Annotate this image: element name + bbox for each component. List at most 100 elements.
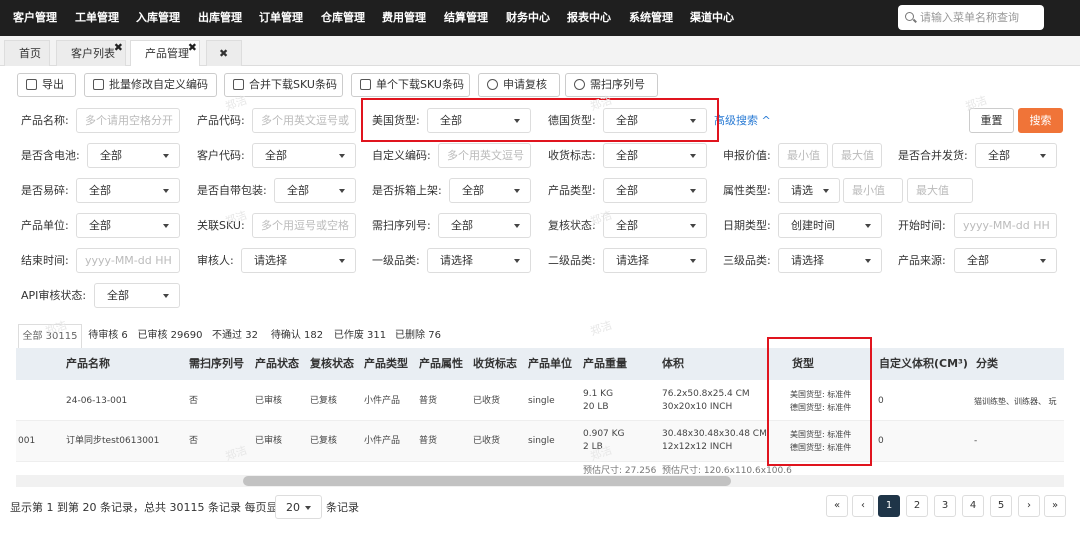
nav-ticket-mgmt[interactable]: 工单管理 (75, 0, 119, 36)
need-serial-button[interactable]: 需扫序列号 (565, 73, 658, 97)
nav-outbound-mgmt[interactable]: 出库管理 (198, 0, 242, 36)
tab-customer-list[interactable]: 客户列表 ✖ (56, 40, 126, 66)
col-receive-flag[interactable]: 收货标志 (473, 348, 517, 380)
product-code-input[interactable]: 多个用英文逗号或 (252, 108, 356, 133)
horizontal-scrollbar-thumb[interactable] (243, 476, 731, 486)
status-tab-pending[interactable]: 待审核 6 (84, 324, 132, 348)
product-name-input[interactable]: 多个请用空格分开 (76, 108, 180, 133)
page-button-3[interactable]: 3 (934, 495, 956, 517)
tab-product-mgmt[interactable]: 产品管理 ✖ (130, 40, 200, 66)
last-page-button[interactable]: » (1044, 495, 1066, 517)
receive-flag-select[interactable]: 全部 (603, 143, 707, 168)
status-tab-deleted[interactable]: 已删除 76 (392, 324, 444, 348)
attr-max-input[interactable]: 最大值 (907, 178, 973, 203)
page-button-4[interactable]: 4 (962, 495, 984, 517)
merge-download-label: 合并下载SKU条码 (249, 78, 337, 91)
reset-button[interactable]: 重置 (969, 108, 1014, 133)
col-product-name[interactable]: 产品名称 (66, 348, 110, 380)
status-tab-voided[interactable]: 已作废 311 (331, 324, 389, 348)
need-serial-select[interactable]: 全部 (438, 213, 531, 238)
single-download-sku-button[interactable]: 单个下载SKU条码 (351, 73, 470, 97)
page-button-1[interactable]: 1 (878, 495, 900, 517)
col-need-serial[interactable]: 需扫序列号 (189, 348, 244, 380)
next-page-button[interactable]: › (1018, 495, 1040, 517)
cell-product-name: 24-06-13-001 (66, 396, 128, 406)
date-type-select[interactable]: 创建时间 (778, 213, 882, 238)
nav-system-mgmt[interactable]: 系统管理 (629, 0, 673, 36)
page-button-2[interactable]: 2 (906, 495, 928, 517)
page-button-5[interactable]: 5 (990, 495, 1012, 517)
nav-inbound-mgmt[interactable]: 入库管理 (136, 0, 180, 36)
batch-edit-label: 批量修改自定义编码 (109, 78, 208, 91)
reviewer-select[interactable]: 请选择 (241, 248, 356, 273)
apply-review-button[interactable]: 申请复核 (478, 73, 560, 97)
need-serial-label: 需扫序列号 (590, 78, 645, 91)
search-button[interactable]: 搜索 (1018, 108, 1063, 133)
check-circle-icon (574, 79, 585, 90)
col-product-type[interactable]: 产品类型 (364, 348, 408, 380)
customer-code-select[interactable]: 全部 (252, 143, 356, 168)
product-type-select[interactable]: 全部 (603, 178, 707, 203)
close-all-tabs-button[interactable]: ✖ (206, 40, 242, 66)
page-tab-bar: 首页 客户列表 ✖ 产品管理 ✖ ✖ (0, 36, 1080, 66)
col-unit[interactable]: 产品单位 (528, 348, 572, 380)
col-weight[interactable]: 产品重量 (583, 348, 627, 380)
close-icon[interactable]: ✖ (188, 35, 197, 60)
cell-category: 猫训练垫、训练器、 玩 (974, 397, 1057, 406)
cell-product-status: 已审核 (255, 396, 283, 406)
battery-select[interactable]: 全部 (87, 143, 180, 168)
declared-value-max-input[interactable]: 最大值 (832, 143, 882, 168)
col-product-attr[interactable]: 产品属性 (419, 348, 463, 380)
tab-home[interactable]: 首页 (4, 40, 50, 66)
split-shelf-select[interactable]: 全部 (449, 178, 531, 203)
batch-edit-code-button[interactable]: 批量修改自定义编码 (84, 73, 217, 97)
cat1-select[interactable]: 请选择 (427, 248, 531, 273)
prev-page-button[interactable]: ‹ (852, 495, 874, 517)
fragile-select[interactable]: 全部 (76, 178, 180, 203)
merge-ship-select[interactable]: 全部 (975, 143, 1057, 168)
status-tab-to-confirm[interactable]: 待确认 182 (266, 324, 328, 348)
cat3-select[interactable]: 请选择 (778, 248, 882, 273)
status-tab-rejected[interactable]: 不通过 32 (208, 324, 262, 348)
attr-type-select[interactable]: 请选 (778, 178, 840, 203)
export-button[interactable]: 导出 (17, 73, 76, 97)
col-product-status[interactable]: 产品状态 (255, 348, 299, 380)
nav-finance-center[interactable]: 财务中心 (506, 0, 550, 36)
close-icon[interactable]: ✖ (114, 35, 123, 60)
menu-search-input[interactable]: 请输入菜单名称查询 (898, 5, 1044, 30)
col-volume[interactable]: 体积 (662, 348, 684, 380)
custom-code-input[interactable]: 多个用英文逗号 (438, 143, 531, 168)
source-select[interactable]: 全部 (954, 248, 1057, 273)
cat3-label: 三级品类: (723, 254, 771, 267)
col-review-status[interactable]: 复核状态 (310, 348, 354, 380)
end-time-input[interactable]: yyyy-MM-dd HH (76, 248, 180, 273)
pagination-summary: 显示第 1 到第 20 条记录，总共 30115 条记录 每页显示 (10, 501, 289, 514)
first-page-button[interactable]: « (826, 495, 848, 517)
product-name-label: 产品名称: (21, 114, 69, 127)
declared-value-min-input[interactable]: 最小值 (778, 143, 828, 168)
battery-label: 是否含电池: (21, 149, 80, 162)
nav-customer-mgmt[interactable]: 客户管理 (13, 0, 57, 36)
advanced-search-link[interactable]: 高级搜索 ^ (714, 113, 771, 129)
nav-settlement-mgmt[interactable]: 结算管理 (444, 0, 488, 36)
api-status-select[interactable]: 全部 (94, 283, 180, 308)
nav-report-center[interactable]: 报表中心 (567, 0, 611, 36)
cat2-select[interactable]: 请选择 (603, 248, 707, 273)
col-custom-volume[interactable]: 自定义体积(CM³) (879, 348, 968, 380)
nav-channel-center[interactable]: 渠道中心 (690, 0, 734, 36)
nav-warehouse-mgmt[interactable]: 仓库管理 (321, 0, 365, 36)
own-pack-select[interactable]: 全部 (274, 178, 356, 203)
linked-sku-input[interactable]: 多个用逗号或空格 (252, 213, 356, 238)
cell-volume-cm: 76.2x50.8x25.4 CM (662, 389, 750, 399)
nav-fee-mgmt[interactable]: 费用管理 (382, 0, 426, 36)
nav-order-mgmt[interactable]: 订单管理 (259, 0, 303, 36)
review-status-select[interactable]: 全部 (603, 213, 707, 238)
status-tab-approved[interactable]: 已审核 29690 (136, 324, 204, 348)
unit-select[interactable]: 全部 (76, 213, 180, 238)
cell-receive-flag: 已收货 (473, 436, 501, 446)
start-time-input[interactable]: yyyy-MM-dd HH (954, 213, 1057, 238)
col-category[interactable]: 分类 (976, 348, 998, 380)
page-size-select[interactable]: 20 (275, 495, 322, 519)
attr-min-input[interactable]: 最小值 (843, 178, 903, 203)
cell-weight-lb: 20 LB (583, 402, 609, 412)
